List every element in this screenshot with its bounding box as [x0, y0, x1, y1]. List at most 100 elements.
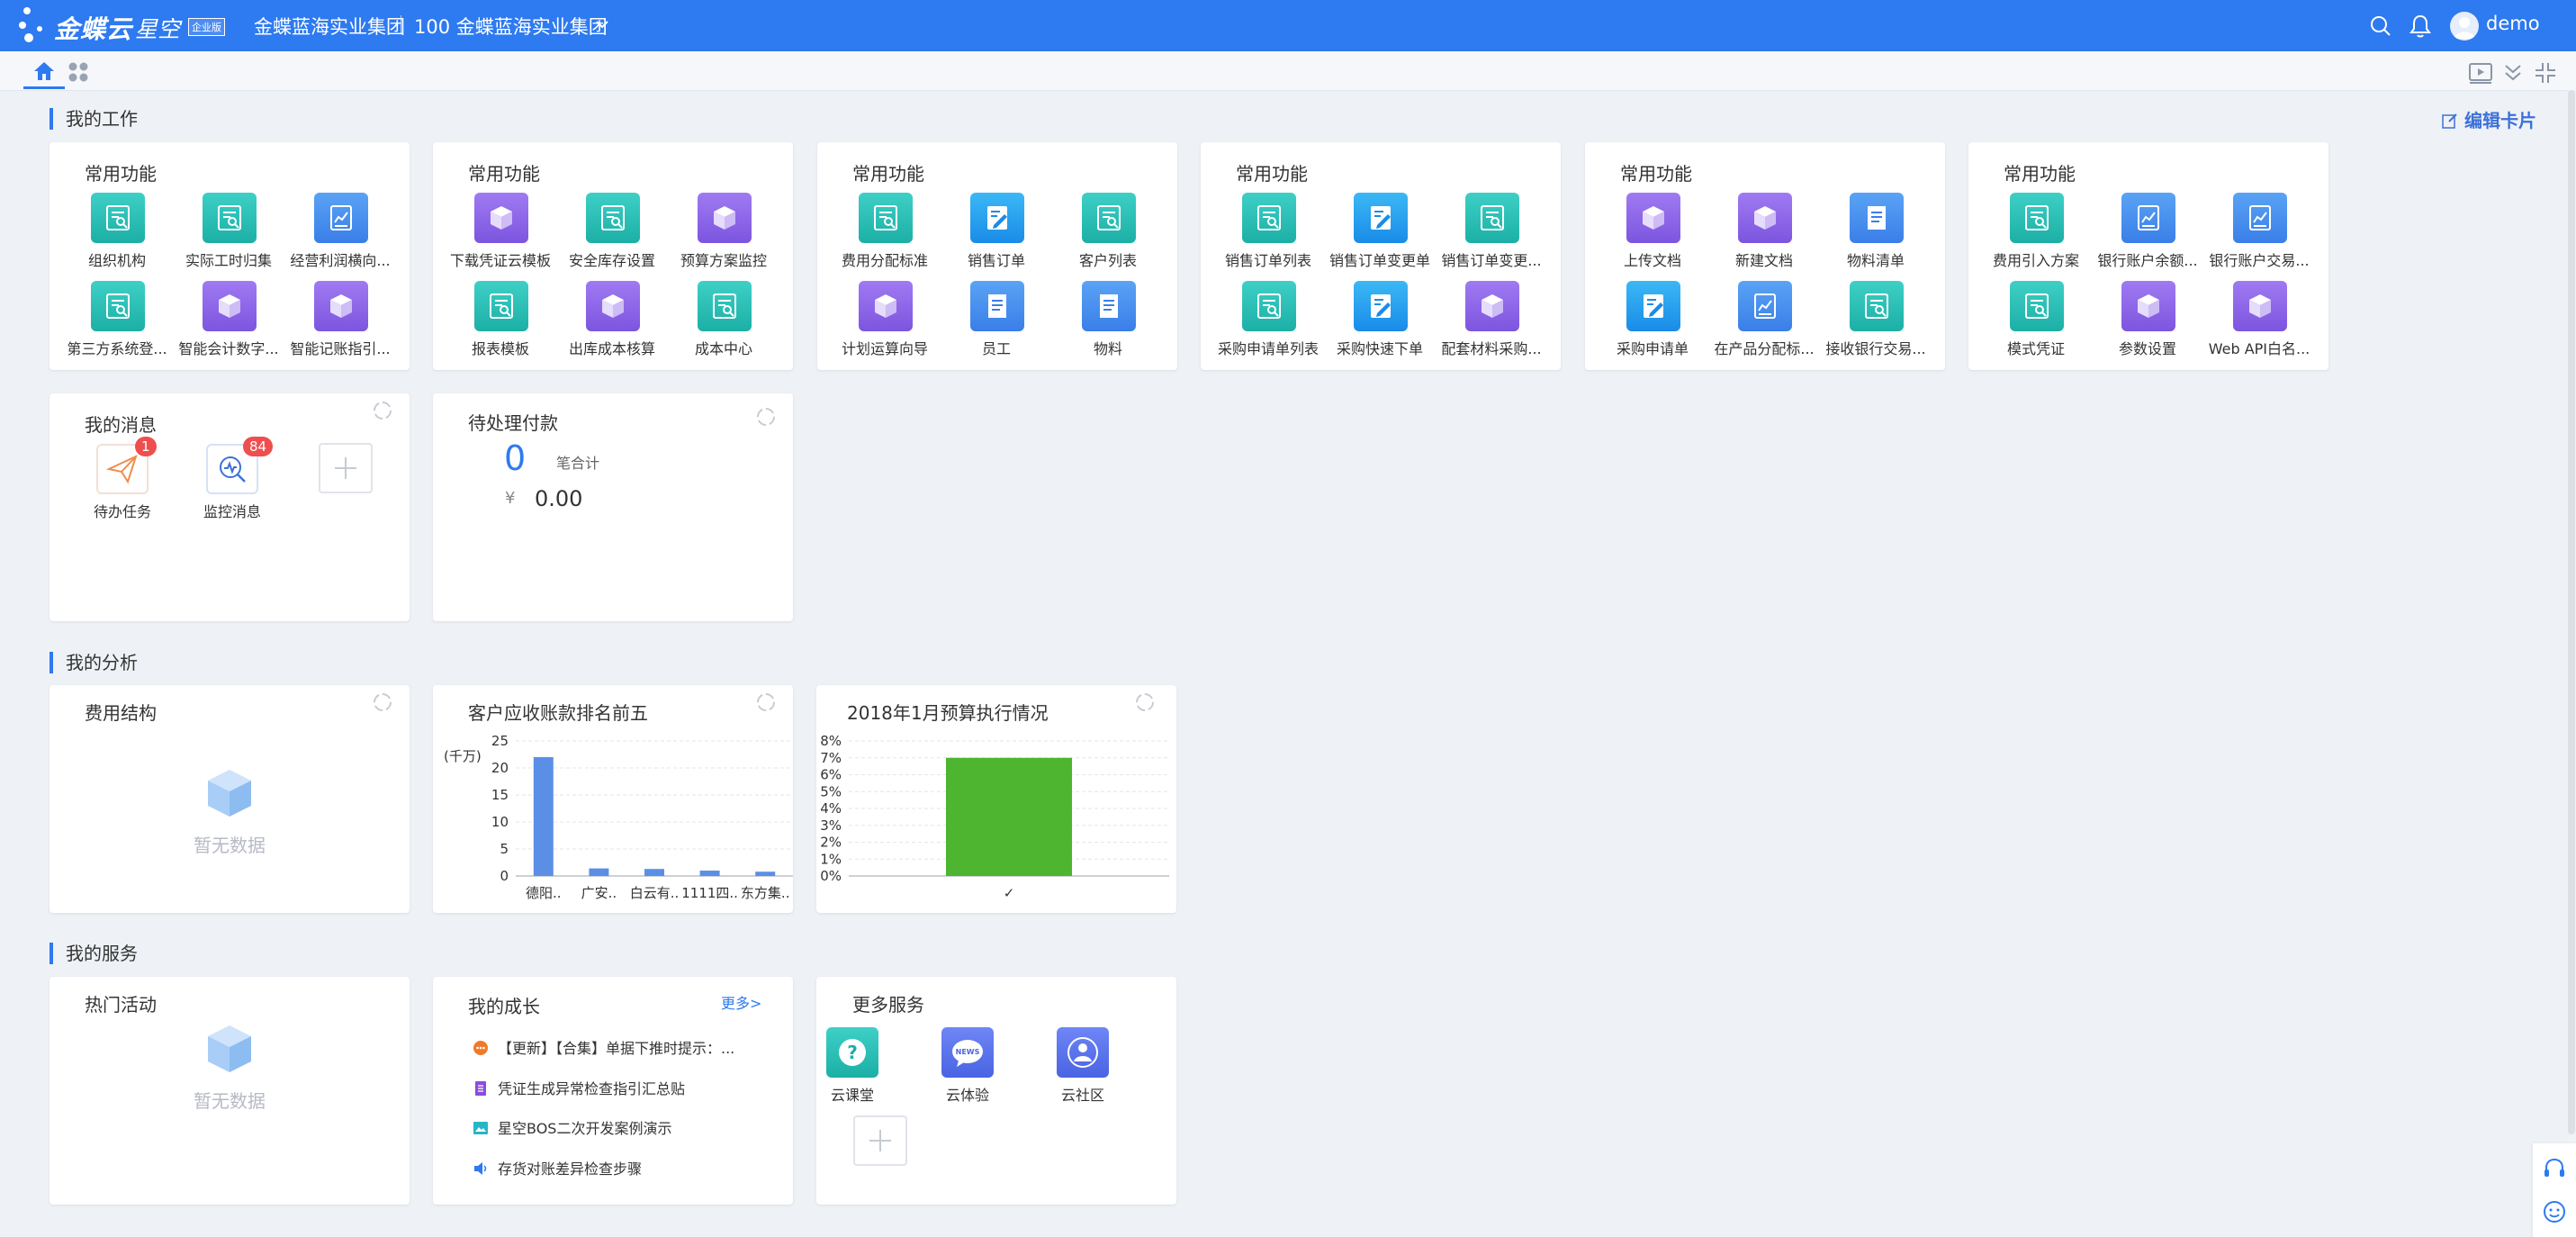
report-icon	[2010, 281, 2064, 331]
function-shortcut[interactable]: 出库成本核算	[557, 281, 669, 357]
chart-doc-icon	[1738, 281, 1792, 331]
more-link[interactable]: 更多>	[721, 991, 761, 1013]
todo-task-label: 待办任务	[93, 503, 151, 520]
y-tick-label: 1%	[820, 851, 842, 867]
user-name[interactable]: demo	[2486, 13, 2540, 34]
cube-icon	[2121, 281, 2175, 331]
budget-execution-card: 2018年1月预算执行情况 0% 1% 2% 3% 4% 5% 6% 7% 8% ✓	[816, 685, 1176, 913]
function-shortcut[interactable]: 经营利润横向...	[285, 193, 397, 269]
cloud-classroom-item[interactable]: ? 云课堂	[803, 1027, 902, 1105]
function-shortcut[interactable]: 计划运算向导	[830, 281, 941, 357]
function-shortcut[interactable]: 销售订单变更...	[1437, 193, 1548, 269]
function-shortcut[interactable]: 第三方系统登...	[62, 281, 174, 357]
refresh-icon[interactable]	[755, 691, 777, 713]
add-message-button[interactable]	[319, 443, 373, 493]
todo-task-item[interactable]: 待办任务 1	[77, 437, 167, 521]
doc-purple-icon	[475, 1081, 486, 1096]
payment-count[interactable]: 0	[504, 438, 526, 478]
function-shortcut[interactable]: 销售订单变更单	[1325, 193, 1437, 269]
budget-bar-chart: 0%1%2%3%4%5%6%7%8% ✓	[820, 733, 1169, 901]
refresh-icon[interactable]	[755, 406, 777, 428]
search-icon[interactable]	[2369, 14, 2392, 38]
function-shortcut[interactable]: 接收银行交易...	[1821, 281, 1932, 357]
function-shortcut[interactable]: 成本中心	[669, 281, 780, 357]
chevron-down-icon[interactable]	[594, 16, 610, 32]
function-label: 销售订单	[967, 252, 1025, 269]
refresh-icon[interactable]	[372, 691, 393, 713]
function-shortcut[interactable]: 销售订单列表	[1213, 193, 1325, 269]
function-shortcut[interactable]: 物料	[1053, 281, 1165, 357]
cube-icon	[203, 281, 257, 331]
function-shortcut[interactable]: 新建文档	[1709, 193, 1821, 269]
function-shortcut[interactable]: 银行账户余额...	[2093, 193, 2204, 269]
growth-item[interactable]: 【更新】【合集】单据下推时提示：...	[473, 1036, 734, 1058]
function-shortcut[interactable]: 采购申请单	[1598, 281, 1709, 357]
payment-count-unit: 笔合计	[556, 455, 600, 472]
function-shortcut[interactable]: 智能记账指引...	[285, 281, 397, 357]
monitor-count-badge: 84	[243, 437, 274, 456]
monitor-message-label: 监控消息	[203, 503, 261, 520]
function-shortcut[interactable]: 银行账户交易...	[2204, 193, 2316, 269]
double-chevron-down-icon[interactable]	[2500, 60, 2526, 86]
receivable-bar-chart: 0 5 10 15 20 25 德阳.. 广安.. 白云有.. 1111四.. 东方集.. (千万)	[444, 733, 793, 901]
cube-icon	[1626, 193, 1680, 243]
function-shortcut[interactable]: 物料清单	[1821, 193, 1932, 269]
function-shortcut[interactable]: 采购申请单列表	[1213, 281, 1325, 357]
function-shortcut[interactable]: 员工	[941, 281, 1053, 357]
headset-icon[interactable]	[2542, 1156, 2567, 1181]
chart-bar	[755, 871, 776, 876]
avatar[interactable]	[2450, 12, 2479, 41]
function-shortcut[interactable]: 在产品分配标...	[1709, 281, 1821, 357]
function-shortcut[interactable]: 预算方案监控	[669, 193, 780, 269]
monitor-message-item[interactable]: 监控消息 84	[187, 437, 277, 521]
report-icon	[91, 193, 145, 243]
org-unit-selector[interactable]: 100 金蝶蓝海实业集团	[414, 13, 608, 40]
edit-card-button[interactable]: 编辑卡片	[2441, 106, 2536, 132]
function-shortcut[interactable]: 报表模板	[446, 281, 557, 357]
growth-item[interactable]: 存货对账差异检查步骤	[473, 1157, 642, 1178]
report-icon	[698, 281, 752, 331]
scrollbar-thumb[interactable]	[2568, 90, 2575, 1134]
refresh-icon[interactable]	[372, 400, 393, 421]
growth-item[interactable]: 凭证生成异常检查指引汇总贴	[473, 1077, 685, 1098]
refresh-icon[interactable]	[1134, 691, 1156, 713]
cloud-community-item[interactable]: 云社区	[1033, 1027, 1132, 1105]
edit-card-label: 编辑卡片	[2464, 110, 2536, 131]
news-icon: NEWS	[952, 1040, 983, 1067]
report-icon	[1082, 193, 1136, 243]
edit-form-icon	[1354, 281, 1408, 331]
growth-item-text: 存货对账差异检查步骤	[498, 1160, 643, 1178]
y-tick-label: 15	[491, 787, 509, 803]
org-name[interactable]: 金蝶蓝海实业集团	[254, 13, 405, 40]
function-label: 接收银行交易...	[1825, 340, 1926, 357]
function-shortcut[interactable]: 配套材料采购...	[1437, 281, 1548, 357]
bell-icon[interactable]	[2409, 14, 2432, 39]
function-shortcut[interactable]: 上传文档	[1598, 193, 1709, 269]
add-service-button[interactable]	[853, 1115, 907, 1166]
y-tick-label: 7%	[820, 750, 842, 766]
function-shortcut[interactable]: Web API白名...	[2204, 281, 2316, 357]
collapse-icon[interactable]	[2533, 60, 2558, 86]
function-shortcut[interactable]: 智能会计数字...	[174, 281, 285, 357]
function-shortcut[interactable]: 实际工时归集	[174, 193, 285, 269]
common-functions-card: 常用功能 费用引入方案 银行账户余额... 银行账户交易... 模式凭证 参数设置 Web …	[1968, 142, 2328, 370]
function-shortcut[interactable]: 销售订单	[941, 193, 1053, 269]
growth-item[interactable]: 星空BOS二次开发案例演示	[473, 1116, 671, 1138]
svg-text:NEWS: NEWS	[956, 1048, 980, 1056]
function-shortcut[interactable]: 费用引入方案	[1981, 193, 2093, 269]
function-shortcut[interactable]: 参数设置	[2093, 281, 2204, 357]
apps-grid-icon[interactable]	[67, 60, 90, 84]
function-shortcut[interactable]: 费用分配标准	[830, 193, 941, 269]
function-shortcut[interactable]: 下载凭证云模板	[446, 193, 557, 269]
function-shortcut[interactable]: 组织机构	[62, 193, 174, 269]
function-shortcut[interactable]: 模式凭证	[1981, 281, 2093, 357]
cloud-experience-item[interactable]: NEWS 云体验	[918, 1027, 1017, 1105]
smile-chat-icon[interactable]	[2542, 1199, 2567, 1224]
messages-title: 我的消息	[85, 414, 157, 436]
document-icon	[1850, 193, 1904, 243]
function-shortcut[interactable]: 客户列表	[1053, 193, 1165, 269]
function-shortcut[interactable]: 采购快速下单	[1325, 281, 1437, 357]
tab-home[interactable]	[23, 59, 65, 89]
function-shortcut[interactable]: 安全库存设置	[557, 193, 669, 269]
play-video-icon[interactable]	[2468, 60, 2493, 86]
